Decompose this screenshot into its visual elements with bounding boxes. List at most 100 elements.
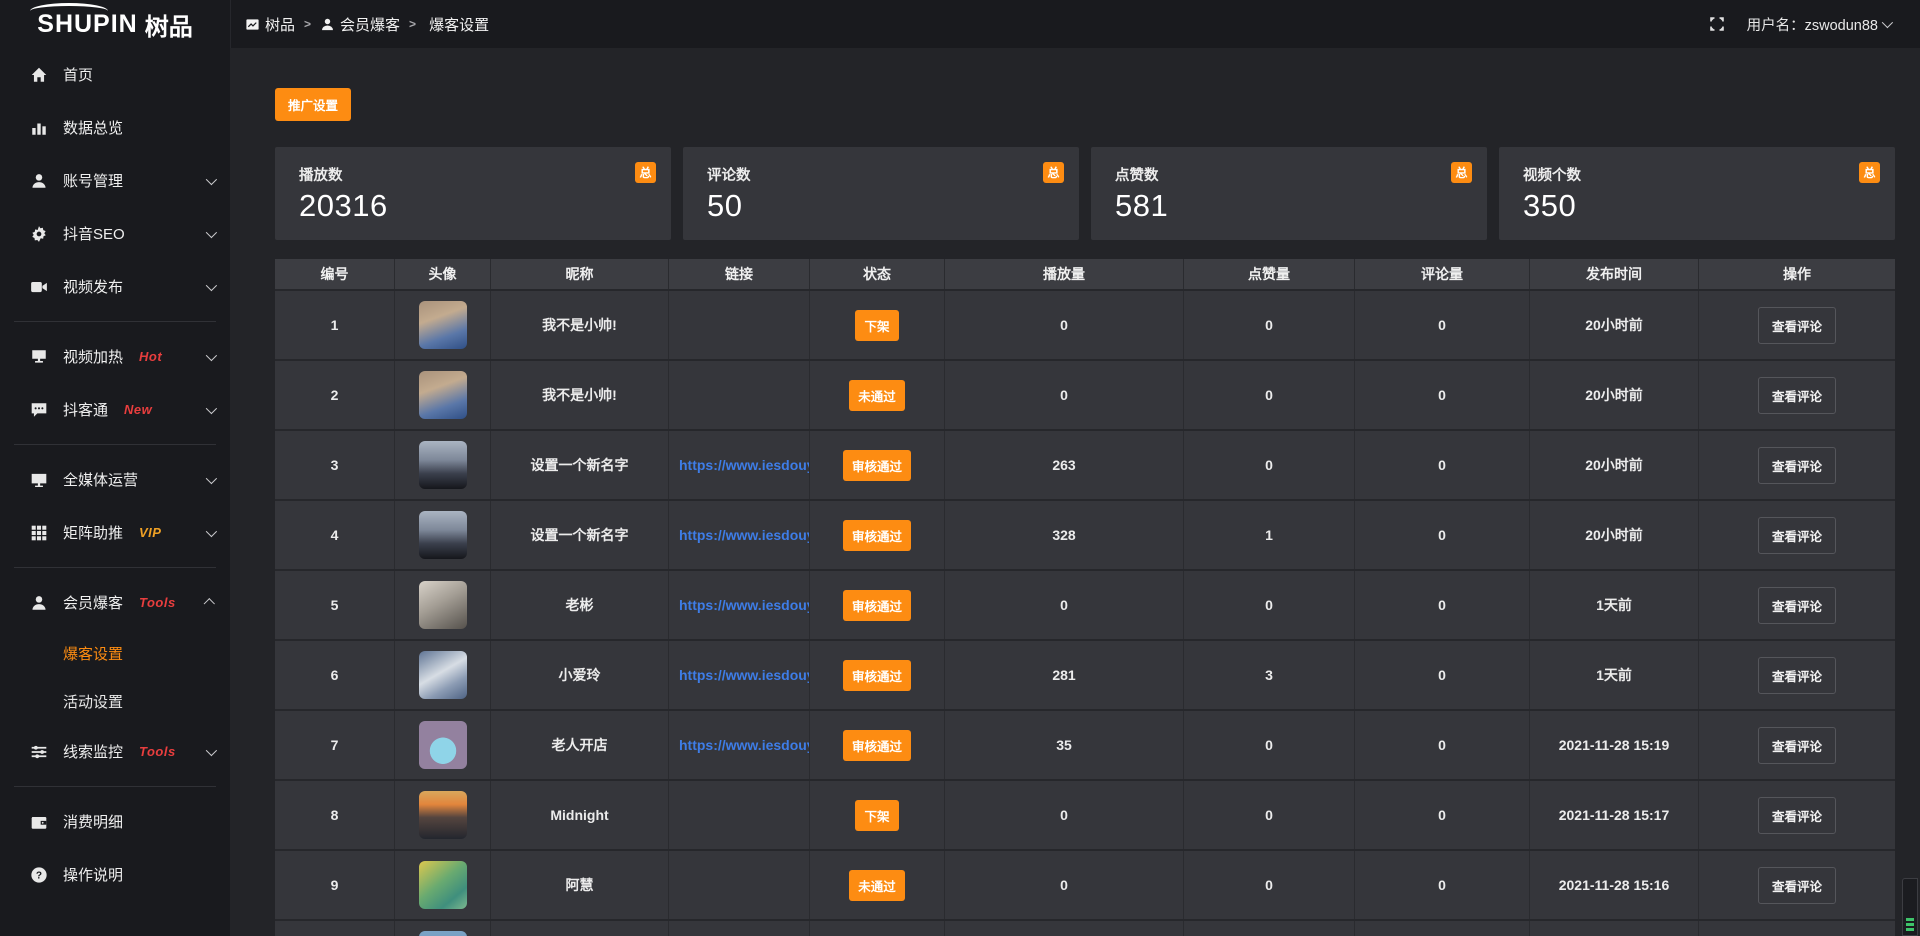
cell-nickname: 阿慧 [491, 851, 669, 919]
view-comments-button[interactable]: 查看评论 [1758, 657, 1836, 694]
cell-likes: 0 [1184, 571, 1355, 639]
cell-status: 未通过 [810, 361, 945, 429]
cell-avatar [395, 501, 491, 569]
sidebar-subitem[interactable]: 爆客设置 [0, 629, 230, 677]
username-label: 用户名：zswodun88 [1747, 14, 1878, 35]
cell-nickname: 老彬 [491, 571, 669, 639]
sidebar-item[interactable]: 视频发布 [0, 260, 230, 313]
sidebar-item-tag: Tools [139, 744, 176, 759]
cell-comments: 0 [1355, 781, 1530, 849]
chevron-down-icon [206, 279, 217, 290]
cell-avatar [395, 291, 491, 359]
breadcrumb-separator: > [304, 17, 311, 31]
sidebar-item[interactable]: 会员爆客Tools [0, 576, 230, 629]
video-link[interactable]: https://www.iesdouyin.c [679, 457, 810, 473]
top-bar: SHUPIN 树品 树品 > 会员爆客 > 爆客设置 用户名：zswodun88 [0, 0, 1920, 48]
avatar [419, 441, 467, 489]
cell-link: https://www.iesdouyin.c [669, 571, 810, 639]
sidebar-item[interactable]: 抖客通New [0, 383, 230, 436]
view-comments-button[interactable]: 查看评论 [1758, 727, 1836, 764]
sidebar-item[interactable]: 矩阵助推VIP [0, 506, 230, 559]
chevron-down-icon [1882, 17, 1893, 28]
cell-plays: 0 [945, 291, 1184, 359]
view-comments-button[interactable]: 查看评论 [1758, 307, 1836, 344]
total-badge: 总 [1451, 162, 1472, 183]
view-comments-button[interactable]: 查看评论 [1758, 867, 1836, 904]
stat-card-value: 20316 [299, 188, 647, 224]
fullscreen-icon[interactable] [1709, 16, 1725, 32]
breadcrumb-item-section[interactable]: 会员爆客 [320, 14, 400, 35]
sidebar-item[interactable]: 数据总览 [0, 101, 230, 154]
cell-plays: 281 [945, 641, 1184, 709]
cell-actions: 查看评论 [1699, 501, 1895, 569]
table-row: 6小爱玲https://www.iesdouyin.c审核通过281301天前查… [275, 639, 1895, 709]
sidebar-subitem-label: 爆客设置 [63, 643, 123, 664]
cell-link [669, 361, 810, 429]
video-link[interactable]: https://www.iesdouyin.c [679, 597, 810, 613]
avatar [419, 581, 467, 629]
status-badge: 审核通过 [843, 660, 911, 691]
cell-likes: 3 [1184, 641, 1355, 709]
user-menu[interactable]: 用户名：zswodun88 [1747, 14, 1890, 35]
video-link[interactable]: https://www.iesdouyin.c [679, 737, 810, 753]
column-header: 操作 [1699, 259, 1895, 289]
grid-icon [30, 524, 48, 542]
sidebar-item[interactable]: 抖音SEO [0, 207, 230, 260]
table-row: 5老彬https://www.iesdouyin.c审核通过0001天前查看评论 [275, 569, 1895, 639]
cell-time: 20小时前 [1530, 501, 1699, 569]
sidebar-item[interactable]: 账号管理 [0, 154, 230, 207]
divider [14, 321, 216, 322]
status-badge: 审核通过 [843, 590, 911, 621]
video-link[interactable]: https://www.iesdouyin.c [679, 667, 810, 683]
cell-nickname: 老人开店 [491, 711, 669, 779]
breadcrumb-label: 爆客设置 [429, 14, 489, 35]
view-comments-button[interactable]: 查看评论 [1758, 377, 1836, 414]
sidebar-item-label: 矩阵助推 [63, 522, 123, 543]
avatar [419, 791, 467, 839]
chevron-down-icon [206, 226, 217, 237]
cell-comments: 0 [1355, 711, 1530, 779]
cell-plays: 0 [945, 781, 1184, 849]
sidebar-item[interactable]: ?操作说明 [0, 848, 230, 901]
breadcrumb-separator: > [409, 17, 416, 31]
view-comments-button[interactable]: 查看评论 [1758, 517, 1836, 554]
sidebar-item[interactable]: 视频加热Hot [0, 330, 230, 383]
cell-avatar [395, 571, 491, 639]
cell-link [669, 851, 810, 919]
cell-id: 5 [275, 571, 395, 639]
cell-actions: 查看评论 [1699, 851, 1895, 919]
logo-text-en: SHUPIN [37, 10, 137, 39]
sidebar-item[interactable]: 全媒体运营 [0, 453, 230, 506]
sidebar-item[interactable]: 消费明细 [0, 795, 230, 848]
floating-widget[interactable] [1902, 878, 1918, 936]
status-badge: 未通过 [849, 870, 905, 901]
cell-status: 审核通过 [810, 711, 945, 779]
member-icon [30, 594, 48, 612]
stat-card: 播放数20316总 [275, 147, 671, 240]
cell-comments [1355, 921, 1530, 936]
sidebar-item[interactable]: 首页 [0, 48, 230, 101]
cell-status: 审核通过 [810, 641, 945, 709]
stat-card-label: 评论数 [707, 164, 1055, 185]
cell-nickname: 小爱玲 [491, 641, 669, 709]
table-row [275, 919, 1895, 936]
cell-id: 6 [275, 641, 395, 709]
sidebar-item-label: 首页 [63, 64, 93, 85]
promo-settings-button[interactable]: 推广设置 [275, 88, 351, 121]
brand-logo: SHUPIN 树品 [0, 0, 230, 48]
view-comments-button[interactable]: 查看评论 [1758, 447, 1836, 484]
breadcrumb-item-home[interactable]: 树品 [245, 14, 295, 35]
cell-link: https://www.iesdouyin.c [669, 711, 810, 779]
column-header: 编号 [275, 259, 395, 289]
sidebar-item[interactable]: 线索监控Tools [0, 725, 230, 778]
cell-time: 2021-11-28 15:16 [1530, 851, 1699, 919]
avatar [419, 511, 467, 559]
view-comments-button[interactable]: 查看评论 [1758, 587, 1836, 624]
sidebar-subitem[interactable]: 活动设置 [0, 677, 230, 725]
wallet-icon [30, 813, 48, 831]
table-row: 8Midnight下架0002021-11-28 15:17查看评论 [275, 779, 1895, 849]
total-badge: 总 [635, 162, 656, 183]
video-link[interactable]: https://www.iesdouyin.c [679, 527, 810, 543]
view-comments-button[interactable]: 查看评论 [1758, 797, 1836, 834]
sidebar-item-label: 会员爆客 [63, 592, 123, 613]
